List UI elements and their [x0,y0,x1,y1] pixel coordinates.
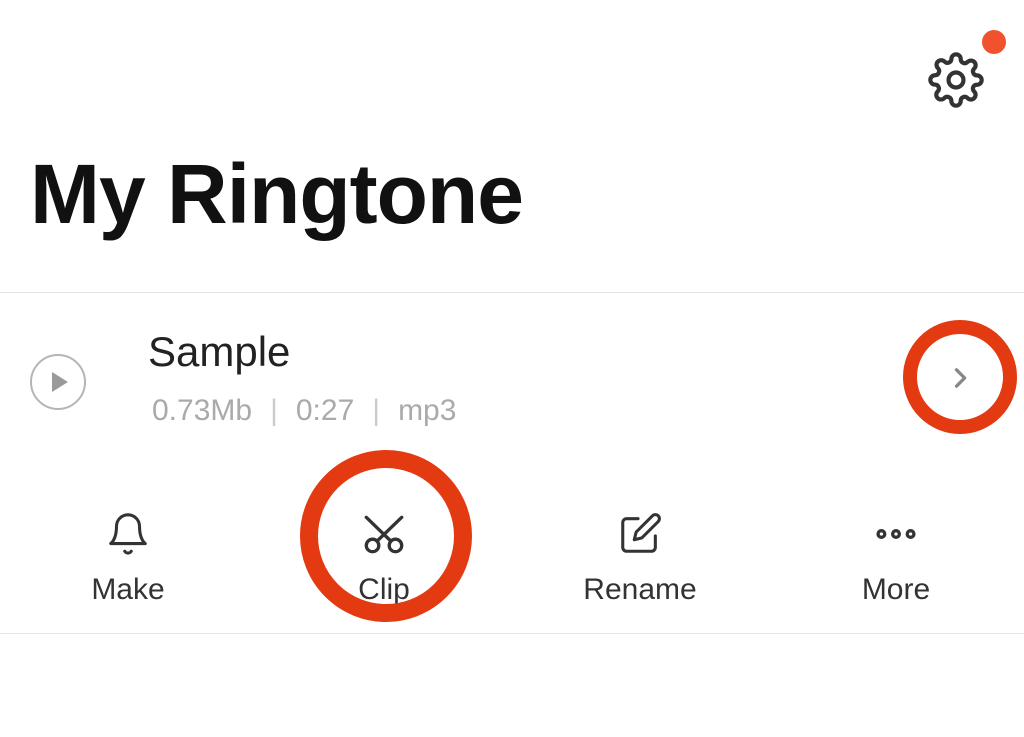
page-title: My Ringtone [30,150,523,238]
notification-dot-icon [982,30,1006,54]
detail-button[interactable] [938,356,982,400]
meta-separator: | [270,394,278,428]
make-button[interactable]: Make [0,488,256,628]
settings-area [924,48,988,112]
play-button[interactable] [30,354,86,410]
make-label: Make [91,573,164,607]
scissors-icon [356,509,412,559]
ringtone-size: 0.73Mb [152,394,252,428]
settings-button[interactable] [924,48,988,112]
ringtone-format: mp3 [398,394,456,428]
edit-icon [617,509,663,559]
ringtone-meta: 0.73Mb | 0:27 | mp3 [152,394,456,428]
more-label: More [862,573,930,607]
clip-button[interactable]: Clip [256,488,512,628]
gear-icon [928,52,984,108]
rename-button[interactable]: Rename [512,488,768,628]
divider [0,292,1024,293]
more-icon [871,509,921,559]
ringtone-name: Sample [148,328,290,376]
actions-bar: Make Clip Rename [0,488,1024,628]
ringtone-row[interactable]: Sample 0.73Mb | 0:27 | mp3 [0,310,1024,440]
meta-separator: | [372,394,380,428]
bell-icon [105,509,151,559]
divider [0,633,1024,634]
chevron-right-icon [946,358,974,398]
screen: My Ringtone Sample 0.73Mb | 0:27 | mp3 [0,0,1024,737]
rename-label: Rename [583,573,696,607]
more-button[interactable]: More [768,488,1024,628]
ringtone-duration: 0:27 [296,394,354,428]
clip-label: Clip [358,573,410,607]
play-icon [52,372,68,392]
